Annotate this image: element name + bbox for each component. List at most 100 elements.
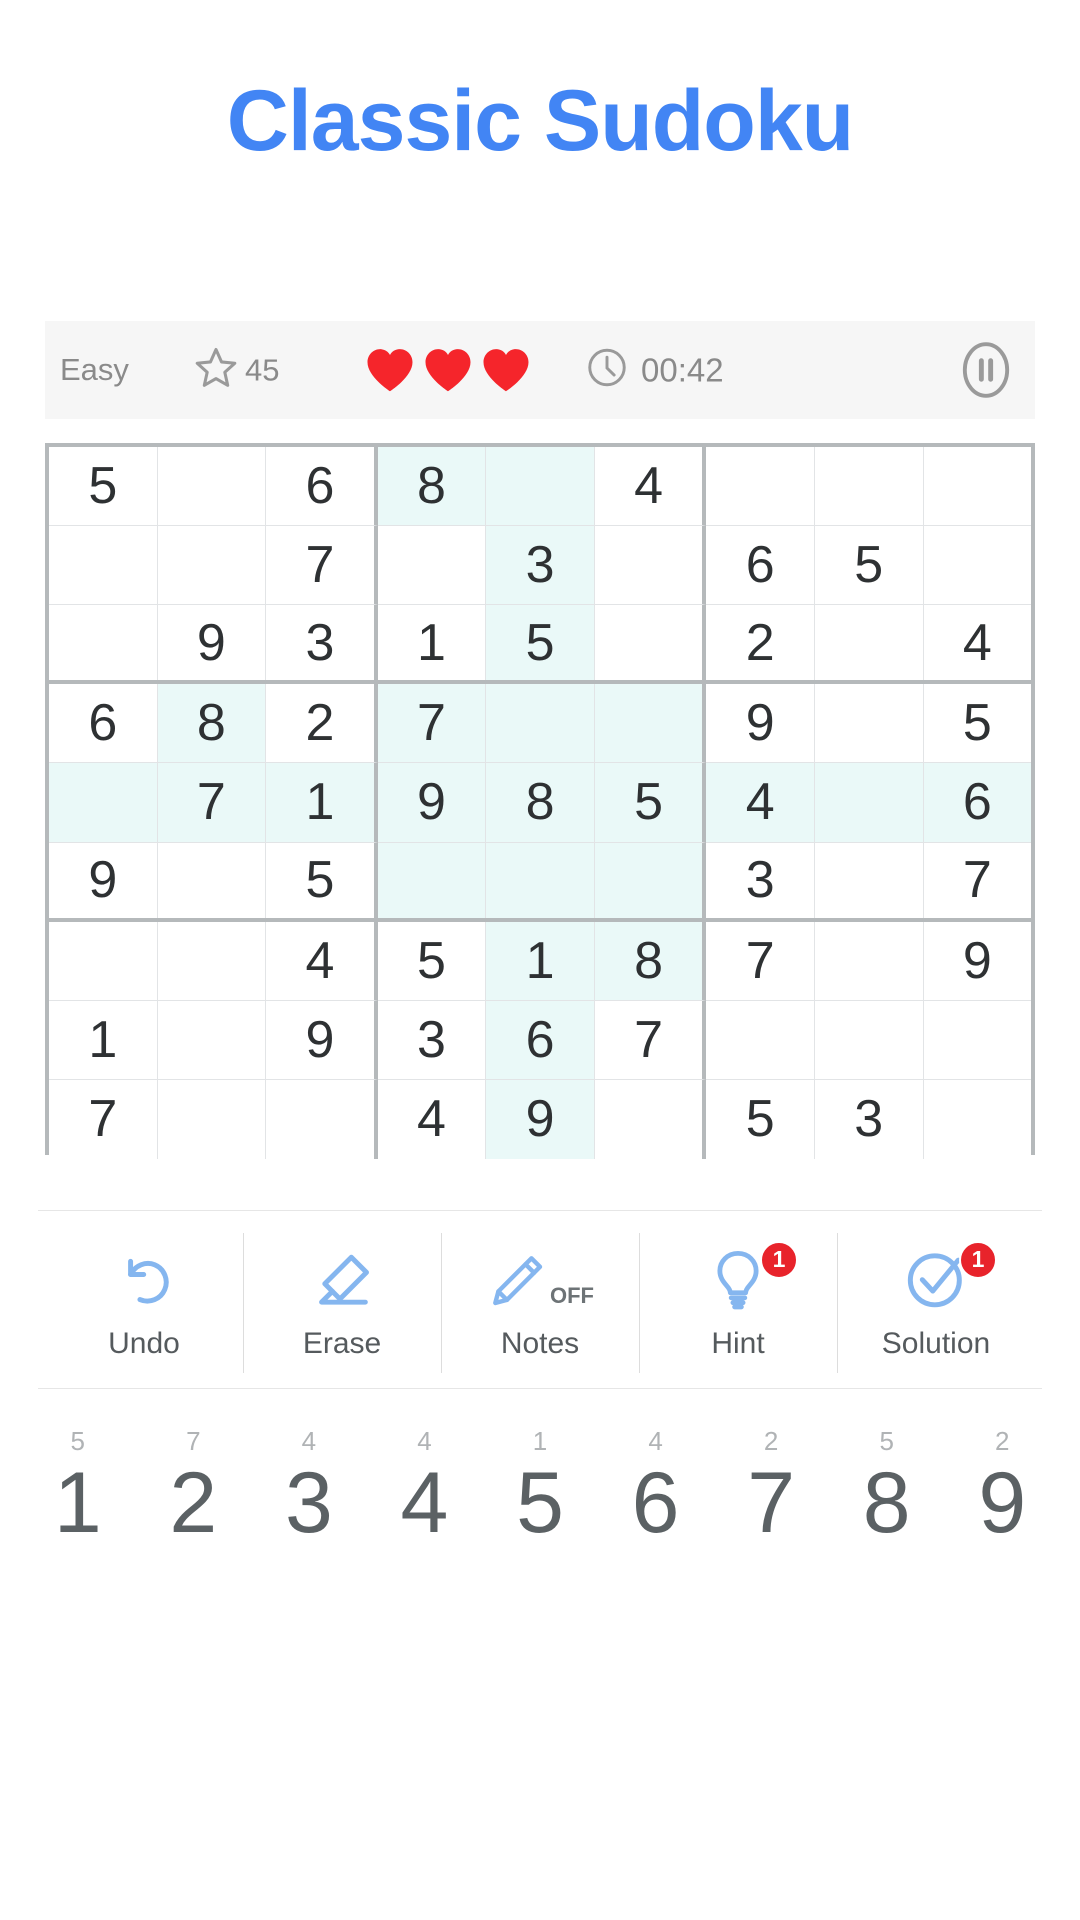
board-cell-r6c1[interactable]: 9 [49,842,158,918]
board-cell-r7c6[interactable]: 8 [594,921,707,1001]
solution-button[interactable]: 1 Solution [837,1215,1035,1390]
numpad-key-2[interactable]: 72 [136,1400,252,1546]
erase-button[interactable]: Erase [243,1215,441,1390]
board-cell-r8c6[interactable]: 7 [594,1000,707,1080]
board-cell-r4c2[interactable]: 8 [157,684,267,764]
board-cell-r5c7[interactable]: 4 [706,763,815,843]
board-cell-r2c8[interactable]: 5 [814,526,924,606]
board-cell-r9c7[interactable]: 5 [706,1079,815,1159]
board-cell-r8c5[interactable]: 6 [486,1000,595,1080]
board-cell-r1c5[interactable] [486,447,595,527]
numpad-key-7[interactable]: 27 [713,1400,829,1546]
board-cell-r1c3[interactable]: 6 [266,447,378,527]
board-cell-r9c4[interactable]: 4 [377,1079,487,1159]
board-cell-r4c3[interactable]: 2 [266,684,378,764]
board-cell-r8c2[interactable] [157,1000,267,1080]
numpad-key-5[interactable]: 15 [482,1400,598,1546]
board-cell-r2c6[interactable] [594,526,707,606]
board-cell-r8c9[interactable] [923,1000,1032,1080]
board-cell-r5c1[interactable] [49,763,158,843]
board-cell-r5c2[interactable]: 7 [157,763,267,843]
board-cell-r7c1[interactable] [49,921,158,1001]
board-cell-r3c3[interactable]: 3 [266,605,378,681]
board-cell-r3c1[interactable] [49,605,158,681]
board-cell-r6c9[interactable]: 7 [923,842,1032,918]
board-cell-r8c7[interactable] [706,1000,815,1080]
hint-button[interactable]: 1 Hint [639,1215,837,1390]
board-cell-r2c1[interactable] [49,526,158,606]
board-cell-r7c8[interactable] [814,921,924,1001]
numpad-key-6[interactable]: 46 [598,1400,714,1546]
undo-button[interactable]: Undo [45,1215,243,1390]
numpad-key-9[interactable]: 29 [945,1400,1061,1546]
pause-button[interactable] [955,339,1017,401]
board-cell-r3c5[interactable]: 5 [486,605,595,681]
board-cell-r3c9[interactable]: 4 [923,605,1032,681]
board-cell-r8c1[interactable]: 1 [49,1000,158,1080]
board-cell-r4c7[interactable]: 9 [706,684,815,764]
board-cell-r6c7[interactable]: 3 [706,842,815,918]
board-cell-r9c5[interactable]: 9 [486,1079,595,1159]
undo-label: Undo [108,1326,180,1360]
board-cell-r5c8[interactable] [814,763,924,843]
board-cell-r3c8[interactable] [814,605,924,681]
board-cell-r3c2[interactable]: 9 [157,605,267,681]
board-cell-r6c5[interactable] [486,842,595,918]
board-cell-r3c6[interactable] [594,605,707,681]
board-cell-r4c9[interactable]: 5 [923,684,1032,764]
board-cell-r7c3[interactable]: 4 [266,921,378,1001]
board-cell-r9c2[interactable] [157,1079,267,1159]
board-cell-r8c8[interactable] [814,1000,924,1080]
board-cell-r5c4[interactable]: 9 [377,763,487,843]
board-cell-r6c8[interactable] [814,842,924,918]
numpad-key-8[interactable]: 58 [829,1400,945,1546]
board-cell-r2c5[interactable]: 3 [486,526,595,606]
board-cell-r7c7[interactable]: 7 [706,921,815,1001]
board-row: 9 5 3 7 [49,842,1032,922]
board-cell-r7c4[interactable]: 5 [377,921,487,1001]
board-cell-r2c3[interactable]: 7 [266,526,378,606]
board-cell-r6c6[interactable] [594,842,707,918]
board-cell-r6c4[interactable] [377,842,487,918]
board-cell-r5c5[interactable]: 8 [486,763,595,843]
numpad-key-1[interactable]: 51 [20,1400,136,1546]
numpad-digit-3: 3 [284,1455,333,1551]
sudoku-board[interactable]: 5684736593152468279571985469537451879193… [45,443,1035,1159]
board-cell-r7c2[interactable] [157,921,267,1001]
board-cell-r6c3[interactable]: 5 [266,842,378,918]
board-cell-r4c8[interactable] [814,684,924,764]
board-cell-r4c6[interactable] [594,684,707,764]
board-cell-r2c7[interactable]: 6 [706,526,815,606]
board-cell-r1c9[interactable] [923,447,1032,527]
board-cell-r8c4[interactable]: 3 [377,1000,487,1080]
notes-button[interactable]: OFF Notes [441,1215,639,1390]
board-cell-r3c7[interactable]: 2 [706,605,815,681]
board-cell-r4c1[interactable]: 6 [49,684,158,764]
board-cell-r1c8[interactable] [814,447,924,527]
board-cell-r9c9[interactable] [923,1079,1032,1159]
board-cell-r7c5[interactable]: 1 [486,921,595,1001]
board-cell-r5c6[interactable]: 5 [594,763,707,843]
board-cell-r2c2[interactable] [157,526,267,606]
board-cell-r5c9[interactable]: 6 [923,763,1032,843]
board-cell-r4c4[interactable]: 7 [377,684,487,764]
board-cell-r9c6[interactable] [594,1079,707,1159]
board-cell-r9c3[interactable] [266,1079,378,1159]
board-cell-r1c1[interactable]: 5 [49,447,158,527]
numpad-key-4[interactable]: 44 [367,1400,483,1546]
board-cell-r2c9[interactable] [923,526,1032,606]
board-cell-r8c3[interactable]: 9 [266,1000,378,1080]
board-cell-r1c6[interactable]: 4 [594,447,707,527]
board-cell-r7c9[interactable]: 9 [923,921,1032,1001]
board-cell-r2c4[interactable] [377,526,487,606]
board-cell-r9c8[interactable]: 3 [814,1079,924,1159]
board-cell-r3c4[interactable]: 1 [377,605,487,681]
board-cell-r5c3[interactable]: 1 [266,763,378,843]
board-cell-r9c1[interactable]: 7 [49,1079,158,1159]
board-cell-r1c7[interactable] [706,447,815,527]
board-cell-r1c4[interactable]: 8 [377,447,487,527]
board-cell-r1c2[interactable] [157,447,267,527]
numpad-key-3[interactable]: 43 [251,1400,367,1546]
board-cell-r4c5[interactable] [486,684,595,764]
board-cell-r6c2[interactable] [157,842,267,918]
